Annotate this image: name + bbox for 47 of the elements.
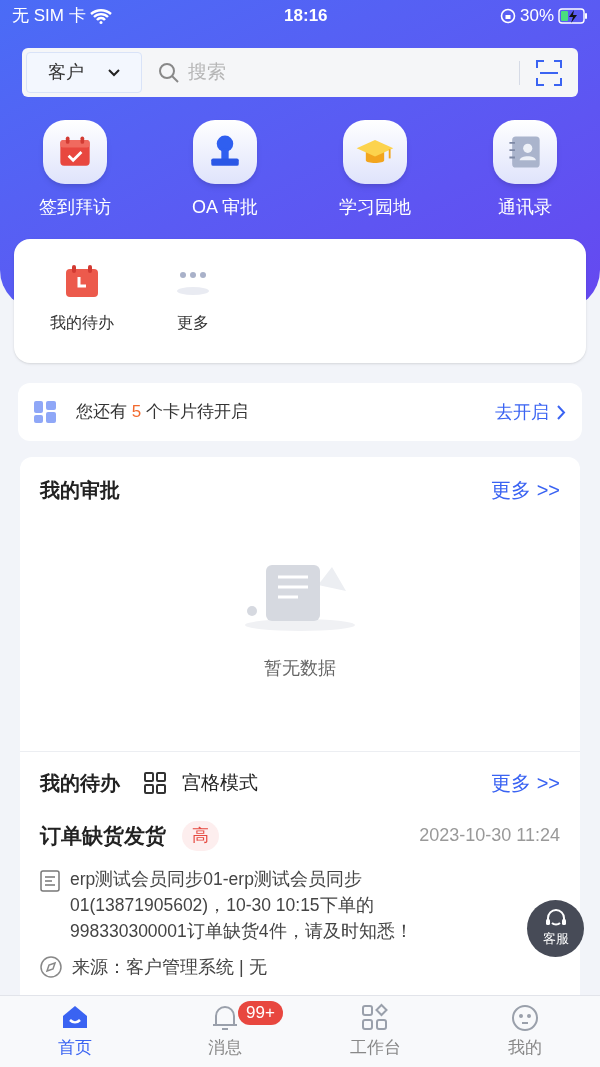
- priority-badge: 高: [182, 821, 219, 851]
- search-icon: [158, 61, 180, 84]
- rotation-lock-icon: [499, 8, 516, 24]
- tab-item[interactable]: 首页: [0, 996, 150, 1067]
- section-title: 我的审批: [40, 478, 120, 503]
- carrier-text: 无 SIM 卡: [12, 5, 86, 28]
- todo-time: 2023-10-30 11:24: [419, 824, 560, 848]
- compass-icon: [40, 956, 62, 978]
- shortcut-label[interactable]: 签到拜访: [39, 194, 111, 221]
- face-icon: [510, 1002, 540, 1033]
- cards-banner-text: 您还有 5 个卡片待开启: [76, 401, 248, 424]
- todo-title[interactable]: 订单缺货发货: [40, 820, 166, 852]
- tab-item[interactable]: 工作台: [300, 996, 450, 1067]
- open-cards-link[interactable]: 去开启: [495, 398, 566, 426]
- search-field[interactable]: 搜索: [188, 58, 519, 87]
- shortcut-label[interactable]: 学习园地: [339, 194, 411, 221]
- contacts-app-icon: [493, 120, 557, 184]
- tab-item[interactable]: 消息 99+: [150, 996, 300, 1067]
- grid-mode-label[interactable]: 宫格模式: [182, 768, 258, 798]
- quick-app-label[interactable]: 更多: [177, 311, 209, 335]
- grid-icon[interactable]: [144, 772, 166, 794]
- tab-item[interactable]: 我的: [450, 996, 600, 1067]
- tiles-icon: [34, 401, 56, 423]
- cap-app-icon: [343, 120, 407, 184]
- stamp-app-icon: [193, 120, 257, 184]
- scope-dropdown[interactable]: 客户: [26, 52, 142, 93]
- quick-app-label[interactable]: 我的待办: [50, 311, 114, 335]
- todo-content: erp测试会员同步01-erp测试会员同步01(13871905602)，10-30 10:15下单的998330300001订单缺货4件，请及时知悉！: [70, 867, 414, 943]
- chevron-down-icon: [108, 68, 120, 77]
- wifi-icon: [89, 8, 112, 24]
- chevron-right-icon: [557, 404, 566, 420]
- clock-text: 18:16: [284, 5, 328, 28]
- unread-badge: 99+: [238, 1001, 283, 1025]
- empty-text: 暂无数据: [264, 657, 336, 680]
- shortcut-label[interactable]: 通讯录: [498, 194, 552, 221]
- scan-icon[interactable]: [536, 59, 562, 86]
- battery-icon: [558, 8, 588, 24]
- more-link[interactable]: 更多 >>: [491, 475, 560, 505]
- battery-percent: 30%: [519, 5, 554, 28]
- document-icon: [40, 869, 60, 892]
- todo-source: 来源：客户管理系统 | 无: [72, 955, 267, 979]
- grid-icon: [360, 1002, 390, 1033]
- section-title: 我的待办: [40, 771, 120, 796]
- more-link[interactable]: 更多 >>: [491, 768, 560, 798]
- shortcut-label[interactable]: OA 审批: [192, 194, 258, 221]
- calendar-app-icon: [43, 120, 107, 184]
- search-bar[interactable]: 客户 搜索: [22, 48, 578, 97]
